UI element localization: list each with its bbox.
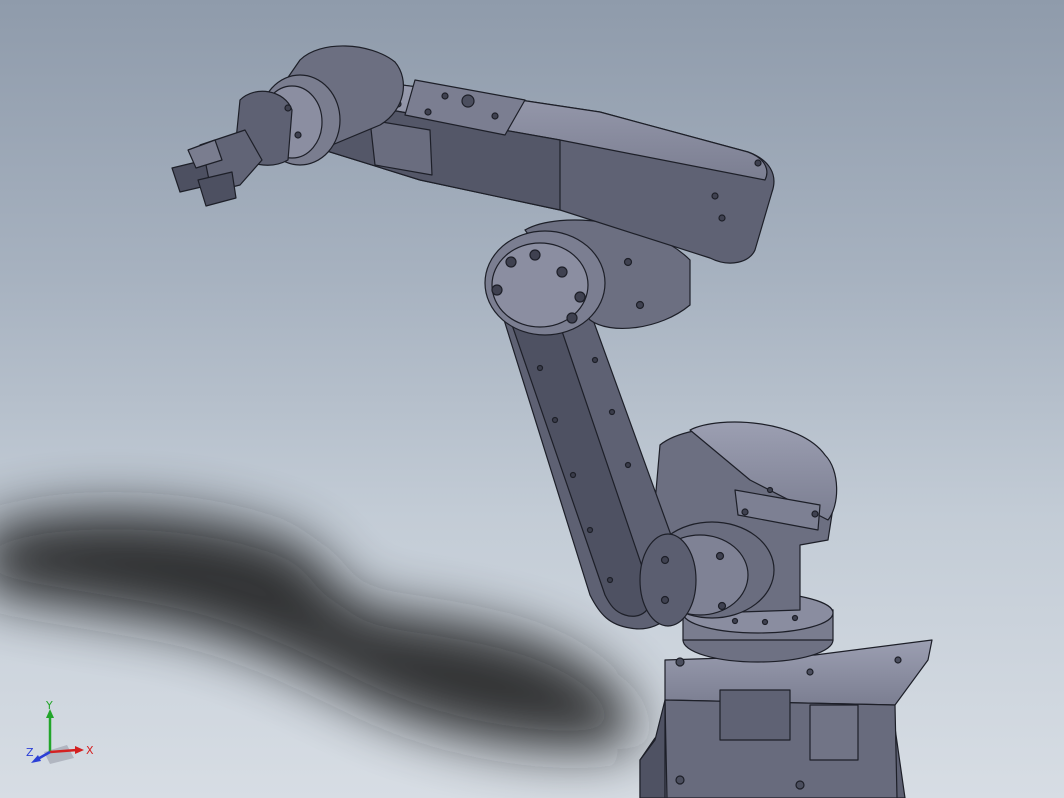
robot-arm-model[interactable]: [0, 0, 1064, 798]
coordinate-triad: Y X Z: [22, 699, 102, 770]
z-axis-label: Z: [26, 746, 34, 759]
robot-gripper[interactable]: [171, 129, 263, 207]
robot-base[interactable]: [639, 639, 933, 798]
y-axis-label: Y: [45, 700, 53, 712]
x-axis-label: X: [86, 744, 94, 757]
graphics-viewport[interactable]: Y X Z: [0, 0, 1064, 798]
